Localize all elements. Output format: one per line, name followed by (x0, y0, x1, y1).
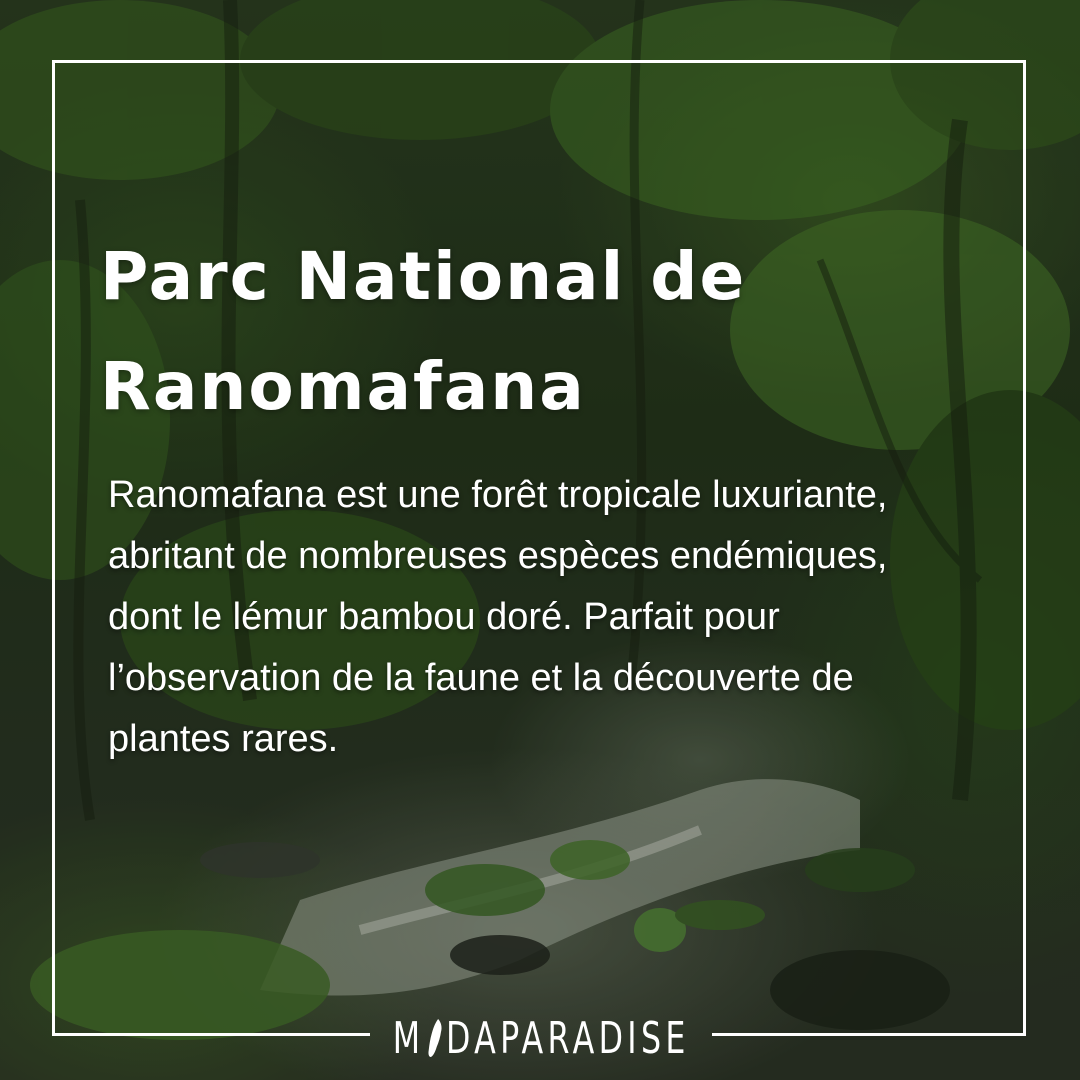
brand-logo: M DAPARADISE (372, 1006, 710, 1070)
brand-logo-letter-m: M (392, 1012, 425, 1064)
brand-logo-text: M DAPARADISE (393, 1013, 690, 1064)
park-title: Parc National de Ranomafana (100, 238, 747, 425)
brand-logo-letters-rest: DAPARADISE (445, 1012, 690, 1064)
frame-bottom-right-segment (712, 1033, 1026, 1036)
madagascar-island-icon (428, 1019, 442, 1057)
park-description: Ranomafana est une forêt tropicale luxur… (108, 474, 888, 760)
frame-bottom-left-segment (52, 1033, 370, 1036)
post-canvas: Parc National de Ranomafana Ranomafana e… (0, 0, 1080, 1080)
